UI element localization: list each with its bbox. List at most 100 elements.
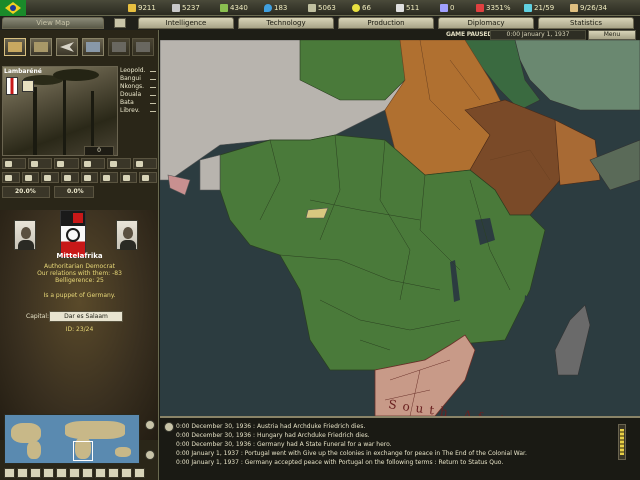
supply-icon bbox=[112, 42, 126, 52]
resource-manpower: 511 bbox=[396, 3, 419, 13]
airbase-icon[interactable] bbox=[80, 158, 105, 169]
grid-icon[interactable] bbox=[114, 18, 126, 28]
event-log-list: 0:00 December 30, 1936 : Austria had Arc… bbox=[176, 422, 606, 467]
rare-icon[interactable] bbox=[41, 172, 59, 183]
list-item: 0:00 January 1, 1937 : Portugal went wit… bbox=[176, 450, 527, 457]
head-of-state-portrait[interactable] bbox=[14, 220, 36, 250]
bottom-toolbar bbox=[4, 468, 156, 478]
coastal-fort-icon[interactable] bbox=[80, 172, 99, 183]
capital-field[interactable]: Dar es Salaam bbox=[49, 311, 123, 322]
log-toggle-button[interactable] bbox=[164, 422, 174, 432]
province-percent-right: 0.0% bbox=[54, 186, 94, 198]
oil-icon[interactable] bbox=[60, 172, 79, 183]
province-owner-flag-icon bbox=[6, 77, 18, 95]
player-flag-icon[interactable] bbox=[0, 0, 26, 16]
nation-puppet-status: Is a puppet of Germany. bbox=[43, 292, 116, 299]
flag-icon bbox=[136, 42, 150, 52]
tab-statistics[interactable]: Statistics bbox=[538, 17, 634, 29]
event-log: 0:00 December 30, 1936 : Austria had Arc… bbox=[160, 416, 640, 480]
supplies-icon bbox=[308, 4, 316, 12]
map-mode-terrain-button[interactable] bbox=[4, 38, 26, 56]
tab-view-map[interactable]: View Map bbox=[2, 17, 104, 29]
energy-icon[interactable] bbox=[2, 172, 20, 183]
tab-diplomacy[interactable]: Diplomacy bbox=[438, 17, 534, 29]
province-buildings-row bbox=[2, 158, 158, 170]
resource-convoy: 9/26/34 bbox=[570, 3, 607, 13]
resource-money: 66 bbox=[352, 3, 371, 13]
land-fort-icon[interactable] bbox=[100, 172, 118, 183]
nation-government: Authoritarian Democrat bbox=[43, 263, 116, 270]
neighbor-province-list: Leopold. Bangui Nkongs. Douala Bata Libr… bbox=[120, 67, 156, 115]
resource-dissent: 3351% bbox=[476, 3, 510, 13]
game-paused-label: GAME PAUSED bbox=[446, 31, 493, 38]
main-tabs: View Map Intelligence Technology Product… bbox=[0, 16, 640, 30]
minimap[interactable] bbox=[4, 414, 140, 464]
map-mode-land-button[interactable] bbox=[30, 38, 52, 56]
tab-technology[interactable]: Technology bbox=[238, 17, 334, 29]
resource-transport: 0 bbox=[440, 3, 454, 13]
manpower-icon bbox=[396, 4, 404, 12]
metal-icon[interactable] bbox=[21, 172, 40, 183]
province-badge-icon bbox=[22, 80, 34, 92]
naval-base-icon[interactable] bbox=[106, 158, 131, 169]
list-item: 0:00 December 30, 1936 : Hungary had Arc… bbox=[176, 432, 370, 439]
nation-id: ID: 23/24 bbox=[65, 326, 94, 333]
stats-icon[interactable] bbox=[121, 468, 132, 478]
zoom-out-button[interactable] bbox=[145, 450, 155, 460]
list-item[interactable]: Douala bbox=[120, 91, 156, 99]
list-item: 0:00 December 30, 1936 : Austria had Arc… bbox=[176, 423, 366, 430]
resource-energy: 9211 bbox=[128, 3, 156, 13]
rare-materials-icon bbox=[220, 4, 228, 12]
tab-intelligence[interactable]: Intelligence bbox=[138, 17, 234, 29]
flag-icon[interactable] bbox=[4, 468, 15, 478]
province-resources-row bbox=[2, 172, 157, 184]
list-item[interactable]: Leopold. bbox=[120, 67, 156, 75]
zoom-in-button[interactable] bbox=[145, 420, 155, 430]
game-date: 0:00 January 1, 1937 bbox=[490, 30, 586, 40]
money-icon bbox=[352, 4, 360, 12]
province-percent-row: 20.0% 0.0% bbox=[2, 186, 157, 198]
factory-icon[interactable] bbox=[56, 468, 67, 478]
map-mode-supply-button[interactable] bbox=[108, 38, 130, 56]
head-of-government-portrait[interactable] bbox=[116, 220, 138, 250]
list-item[interactable]: Nkongs. bbox=[120, 83, 156, 91]
list-item[interactable]: Librev. bbox=[120, 107, 156, 115]
unit-icon[interactable] bbox=[17, 468, 28, 478]
log-scrollbar[interactable] bbox=[618, 424, 626, 460]
ship-icon[interactable] bbox=[30, 468, 41, 478]
tab-production[interactable]: Production bbox=[338, 17, 434, 29]
convoy-icon bbox=[570, 4, 578, 12]
supply-icon[interactable] bbox=[82, 468, 93, 478]
plane-icon[interactable] bbox=[43, 468, 54, 478]
nation-flag-icon bbox=[60, 210, 86, 258]
map-mode-air-button[interactable] bbox=[56, 38, 78, 56]
world-map[interactable]: South Africa bbox=[160, 40, 640, 416]
diplomacy-icon[interactable] bbox=[95, 468, 106, 478]
nation-relations: Our relations with them: -83 bbox=[37, 270, 122, 277]
list-item[interactable]: Bangui bbox=[120, 75, 156, 83]
research-icon bbox=[524, 4, 532, 12]
alert-icon[interactable] bbox=[134, 468, 145, 478]
infrastructure-icon[interactable] bbox=[28, 158, 53, 169]
nation-name: Mittelafrika bbox=[56, 252, 103, 260]
dissent-icon bbox=[476, 4, 484, 12]
map-mode-naval-button[interactable] bbox=[82, 38, 104, 56]
resource-metal: 5237 bbox=[172, 3, 200, 13]
factory-icon[interactable] bbox=[2, 158, 27, 169]
tech-icon[interactable] bbox=[69, 468, 80, 478]
left-info-panel: Lambaréné Leopold. Bangui Nkongs. Douala… bbox=[0, 30, 159, 480]
map-mode-diplomatic-button[interactable] bbox=[132, 38, 154, 56]
transport-icon bbox=[440, 4, 448, 12]
plane-icon bbox=[60, 42, 74, 52]
map-canvas[interactable]: South Africa bbox=[160, 40, 640, 416]
leader-icon[interactable] bbox=[108, 468, 119, 478]
unit-icon[interactable] bbox=[139, 172, 157, 183]
supply-icon[interactable] bbox=[119, 172, 138, 183]
resource-oil: 183 bbox=[264, 3, 287, 13]
resource-research: 21/59 bbox=[524, 3, 554, 13]
minimap-viewport[interactable] bbox=[73, 441, 93, 461]
list-item[interactable]: Bata bbox=[120, 99, 156, 107]
aa-icon[interactable] bbox=[54, 158, 79, 169]
radar-icon[interactable] bbox=[132, 158, 158, 169]
menu-button[interactable]: Menu bbox=[588, 30, 636, 40]
